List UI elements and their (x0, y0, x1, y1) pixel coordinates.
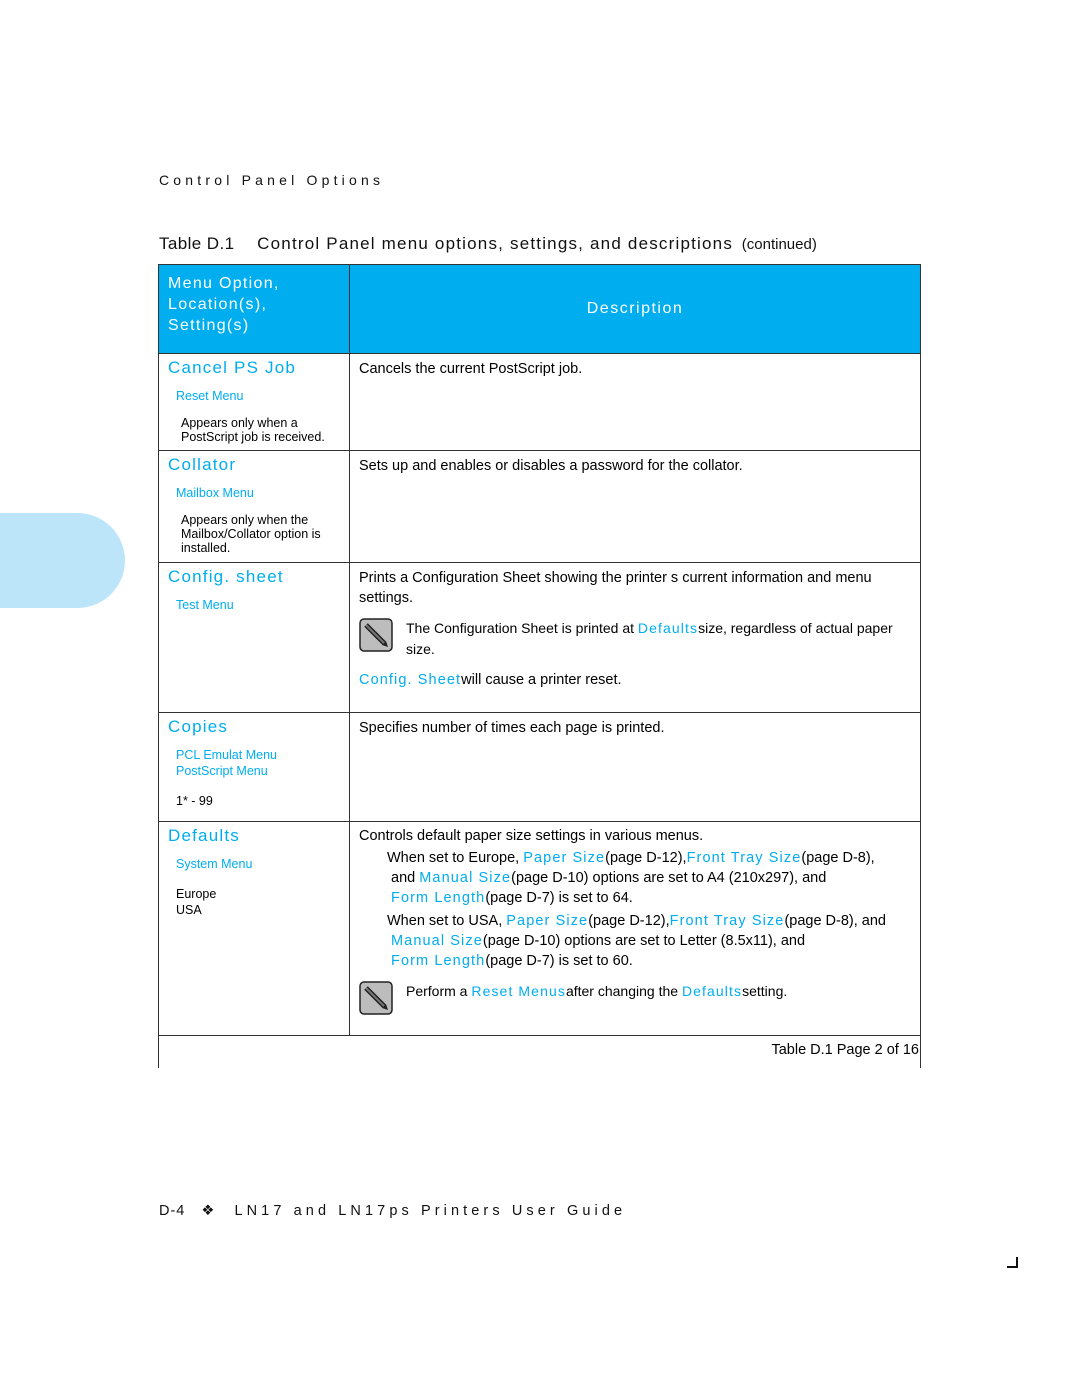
table-footer-row: Table D.1 Page 2 of 16 (158, 1035, 921, 1068)
manual-size-link[interactable]: Manual Size (419, 870, 511, 886)
description-cell: Sets up and enables or disables a passwo… (349, 450, 921, 563)
description-text: Cancels the current PostScript job. (359, 361, 583, 377)
page-number: D-4 (159, 1203, 186, 1219)
option-cell: Collator Mailbox Menu Appears only when … (158, 450, 350, 563)
option-note: Appears only when a PostScript job is re… (181, 416, 325, 444)
reset-menus-link[interactable]: Reset Menus (471, 983, 566, 999)
option-cell: Config. sheet Test Menu (158, 562, 350, 713)
header-description: Description (349, 264, 921, 354)
option-location[interactable]: Mailbox Menu (176, 485, 349, 501)
option-location[interactable]: PCL Emulat Menu (176, 747, 349, 763)
options-table: Menu Option, Location(s), Setting(s) Des… (158, 264, 921, 1068)
description-cell: Cancels the current PostScript job. (349, 353, 921, 451)
option-location[interactable]: PostScript Menu (176, 763, 349, 779)
note-box: The Configuration Sheet is printed at De… (359, 618, 916, 660)
table-row: Copies PCL Emulat Menu PostScript Menu 1… (158, 712, 921, 822)
table-page-indicator: Table D.1 Page 2 of 16 (771, 1042, 919, 1058)
option-location[interactable]: System Menu (176, 856, 349, 872)
header-menu-option: Menu Option, Location(s), Setting(s) (158, 264, 350, 354)
option-name[interactable]: Defaults (168, 826, 349, 846)
table-row: Defaults System Menu Europe USA Controls… (158, 821, 921, 1036)
description-text: Sets up and enables or disables a passwo… (359, 458, 743, 474)
option-name[interactable]: Cancel PS Job (168, 358, 349, 378)
form-length-link[interactable]: Form Length (391, 953, 485, 969)
table-row: Config. sheet Test Menu Prints a Configu… (158, 562, 921, 713)
option-name[interactable]: Copies (168, 717, 349, 737)
form-length-link[interactable]: Form Length (391, 890, 485, 906)
config-sheet-link[interactable]: Config. Sheet (359, 672, 461, 688)
caption-title: Control Panel menu options, settings, an… (257, 234, 734, 253)
caption-number: Table D.1 (159, 234, 235, 253)
defaults-link[interactable]: Defaults (638, 620, 698, 636)
description-cell: Prints a Configuration Sheet showing the… (349, 562, 921, 713)
option-note: Appears only when the Mailbox/Collator o… (181, 513, 321, 555)
guide-title: LN17 and LN17ps Printers User Guide (234, 1203, 627, 1219)
option-setting: Europe (176, 887, 217, 901)
europe-setting-text: When set to Europe, Paper Size(page D-12… (387, 850, 875, 906)
running-head: Control Panel Options (159, 172, 385, 188)
description-text: Controls default paper size settings in … (359, 828, 704, 844)
usa-setting-text: When set to USA, Paper Size(page D-12),F… (387, 913, 886, 969)
table-header-row: Menu Option, Location(s), Setting(s) Des… (158, 264, 921, 354)
page-footer: D-4 ❖ LN17 and LN17ps Printers User Guid… (159, 1203, 626, 1219)
option-location[interactable]: Test Menu (176, 597, 349, 613)
pencil-note-icon (359, 618, 393, 652)
note-box: Perform a Reset Menusafter changing the … (359, 981, 916, 1015)
option-setting: USA (176, 903, 202, 917)
crop-mark (1007, 1257, 1018, 1268)
caption-continued: (continued) (741, 236, 817, 253)
paper-size-link[interactable]: Paper Size (523, 850, 605, 866)
option-location[interactable]: Reset Menu (176, 388, 349, 404)
option-cell: Cancel PS Job Reset Menu Appears only wh… (158, 353, 350, 451)
diamond-separator-icon: ❖ (201, 1203, 215, 1219)
pencil-note-icon (359, 981, 393, 1015)
option-name[interactable]: Config. sheet (168, 567, 349, 587)
option-cell: Copies PCL Emulat Menu PostScript Menu 1… (158, 712, 350, 822)
table-row: Collator Mailbox Menu Appears only when … (158, 450, 921, 563)
description-text: Prints a Configuration Sheet showing the… (359, 570, 872, 606)
description-cell: Controls default paper size settings in … (349, 821, 921, 1036)
option-cell: Defaults System Menu Europe USA (158, 821, 350, 1036)
table-row: Cancel PS Job Reset Menu Appears only wh… (158, 353, 921, 451)
manual-size-link[interactable]: Manual Size (391, 933, 483, 949)
option-setting: 1* - 99 (176, 794, 213, 808)
defaults-link[interactable]: Defaults (682, 983, 742, 999)
paper-size-link[interactable]: Paper Size (506, 913, 588, 929)
front-tray-size-link[interactable]: Front Tray Size (687, 850, 802, 866)
description-text: Specifies number of times each page is p… (359, 720, 665, 736)
description-cell: Specifies number of times each page is p… (349, 712, 921, 822)
chapter-thumb-tab (0, 513, 125, 608)
option-name[interactable]: Collator (168, 455, 349, 475)
front-tray-size-link[interactable]: Front Tray Size (670, 913, 785, 929)
reset-warning: Config. Sheetwill cause a printer reset. (359, 672, 622, 688)
table-caption: Table D.1 Control Panel menu options, se… (159, 234, 817, 254)
